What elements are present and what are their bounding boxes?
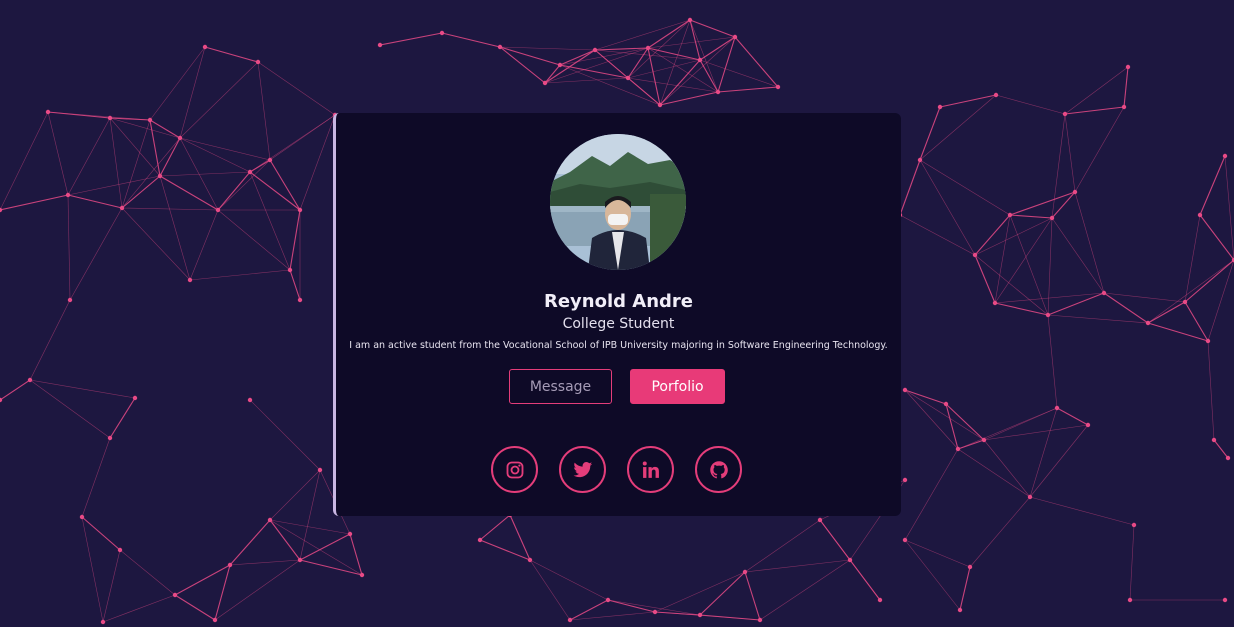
profile-name: Reynold Andre (543, 291, 694, 312)
github-link[interactable] (695, 446, 742, 493)
twitter-icon (572, 461, 592, 477)
portfolio-button[interactable]: Porfolio (630, 369, 725, 404)
linkedin-link[interactable] (627, 446, 674, 493)
profile-photo (550, 134, 686, 270)
profile-bio: I am an active student from the Vocation… (349, 340, 888, 351)
profile-role: College Student (562, 316, 675, 332)
avatar (550, 134, 686, 270)
instagram-link[interactable] (491, 446, 538, 493)
profile-card: Reynold Andre College Student I am an ac… (333, 113, 901, 516)
message-button[interactable]: Message (509, 369, 612, 404)
linkedin-icon (642, 461, 659, 478)
github-icon (709, 460, 728, 478)
twitter-link[interactable] (559, 446, 606, 493)
instagram-icon (506, 461, 523, 478)
